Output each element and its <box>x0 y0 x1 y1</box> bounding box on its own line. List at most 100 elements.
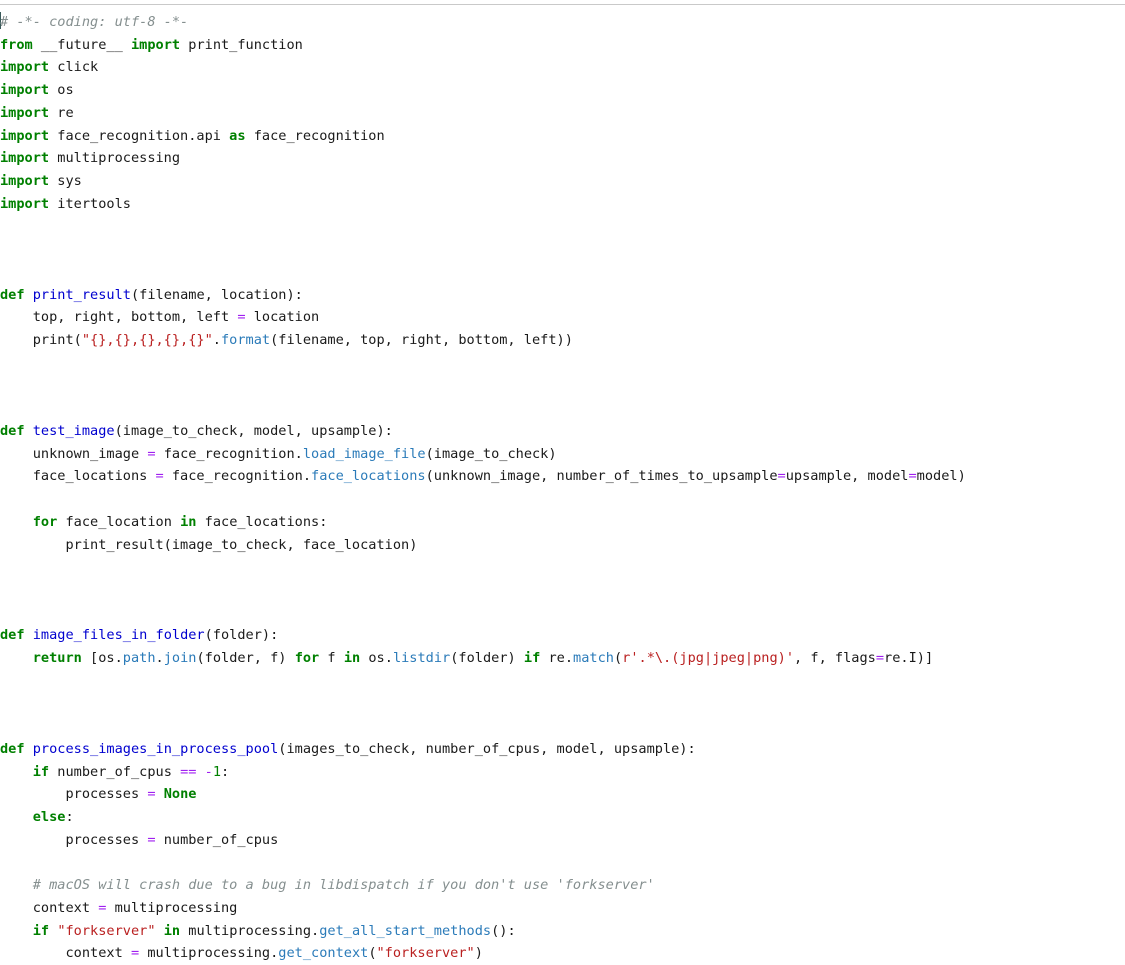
code-token-n: re <box>49 104 74 121</box>
code-token-n: processes <box>0 786 148 803</box>
code-token-n: multiprocessing. <box>180 922 320 939</box>
code-token-k: in <box>343 650 361 667</box>
code-line: import os <box>0 79 1125 102</box>
code-line: for face_location in face_locations: <box>0 511 1125 534</box>
code-token-n: location <box>245 309 320 326</box>
code-token-k: from <box>0 36 33 53</box>
code-token-o: = <box>777 468 786 485</box>
code-token-nf: test_image <box>32 422 115 439</box>
code-token-k: if <box>32 763 50 780</box>
code-token-n <box>156 923 164 939</box>
code-line: def image_files_in_folder(folder): <box>0 624 1125 647</box>
code-token-nm: listdir <box>392 650 451 667</box>
code-token-n: ) <box>474 945 483 962</box>
code-token-n: multiprocessing. <box>139 945 279 962</box>
code-token-n <box>0 809 33 825</box>
code-token-n: __future__ <box>32 36 131 53</box>
code-token-n: print( <box>0 332 82 349</box>
code-token-n <box>25 627 33 643</box>
code-token-nm: format <box>220 332 271 349</box>
code-token-s: "forkserver" <box>57 922 156 939</box>
code-token-c: # -*- coding: utf-8 -*- <box>0 14 189 30</box>
code-token-k: import <box>0 59 50 76</box>
code-token-o: == <box>180 763 197 780</box>
code-token-n: multiprocessing <box>106 900 238 917</box>
code-token-n: face_recognition.api <box>49 127 230 144</box>
code-line: import re <box>0 102 1125 125</box>
code-token-n <box>25 423 33 439</box>
code-line: import multiprocessing <box>0 147 1125 170</box>
code-token-n: print_function <box>180 36 303 53</box>
code-token-n: : <box>221 763 230 780</box>
code-token-k: if <box>32 922 50 939</box>
code-token-n: context <box>0 900 99 917</box>
code-token-n <box>49 923 57 939</box>
code-token-c: # macOS will crash due to a bug in libdi… <box>32 877 655 894</box>
code-token-n: (folder, f) <box>196 650 295 667</box>
code-line: if "forkserver" in multiprocessing.get_a… <box>0 920 1125 943</box>
code-line: def print_result(filename, location): <box>0 284 1125 307</box>
code-token-n: ( <box>368 945 377 962</box>
code-token-kc: None <box>163 786 197 803</box>
code-line: return [os.path.join(folder, f) for f in… <box>0 647 1125 670</box>
code-token-o: = <box>155 468 164 485</box>
code-token-n: (): <box>491 922 516 939</box>
code-line: context = multiprocessing <box>0 897 1125 920</box>
code-line: def test_image(image_to_check, model, up… <box>0 420 1125 443</box>
code-line: if number_of_cpus == -1: <box>0 761 1125 784</box>
code-token-n: [os. <box>81 650 123 667</box>
code-token-k: def <box>0 627 25 644</box>
code-line: def process_images_in_process_pool(image… <box>0 738 1125 761</box>
code-token-o: = <box>908 468 917 485</box>
code-token-o: = <box>147 786 156 803</box>
code-token-n: re.I)] <box>884 650 934 667</box>
code-token-k: import <box>130 36 181 53</box>
code-token-s: "forkserver" <box>376 945 475 962</box>
code-token-n: . <box>155 650 164 667</box>
code-token-n: os <box>49 82 74 99</box>
code-line: print("{},{},{},{},{}".format(filename, … <box>0 329 1125 352</box>
code-line: import itertools <box>0 193 1125 216</box>
code-token-n: processes <box>0 831 148 848</box>
code-token-n <box>0 923 33 939</box>
code-token-o: - <box>204 763 213 780</box>
code-listing[interactable]: # -*- coding: utf-8 -*- from __future__ i… <box>0 11 1125 965</box>
code-token-nm: load_image_file <box>302 445 426 462</box>
code-token-n: model) <box>916 468 966 485</box>
code-token-n: itertools <box>49 195 131 212</box>
code-line: import sys <box>0 170 1125 193</box>
code-token-n: face_location <box>57 513 181 530</box>
code-token-o: = <box>98 900 107 917</box>
code-token-nf: process_images_in_process_pool <box>32 741 279 757</box>
code-token-n: number_of_cpus <box>49 763 181 780</box>
code-line: # -*- coding: utf-8 -*- <box>0 11 1125 34</box>
code-token-n: (folder): <box>204 627 279 644</box>
code-line: context = multiprocessing.get_context("f… <box>0 942 1125 965</box>
code-token-k: for <box>294 650 320 667</box>
code-token-n <box>0 764 33 780</box>
code-token-n <box>0 877 33 893</box>
code-token-k: def <box>0 741 25 757</box>
code-token-nf: print_result <box>32 286 131 303</box>
code-line: import face_recognition.api as face_reco… <box>0 125 1125 148</box>
code-line: # macOS will crash due to a bug in libdi… <box>0 874 1125 897</box>
code-line: from __future__ import print_function <box>0 34 1125 57</box>
code-token-k: for <box>32 513 58 530</box>
code-line: processes = None <box>0 783 1125 806</box>
code-token-n: unknown_image <box>0 445 148 462</box>
code-token-n: upsample, model <box>785 468 909 485</box>
code-token-nm: match <box>573 650 614 667</box>
code-token-n: face_recognition. <box>163 468 312 485</box>
code-token-k: import <box>0 150 50 167</box>
code-token-mi: 1 <box>212 763 222 780</box>
